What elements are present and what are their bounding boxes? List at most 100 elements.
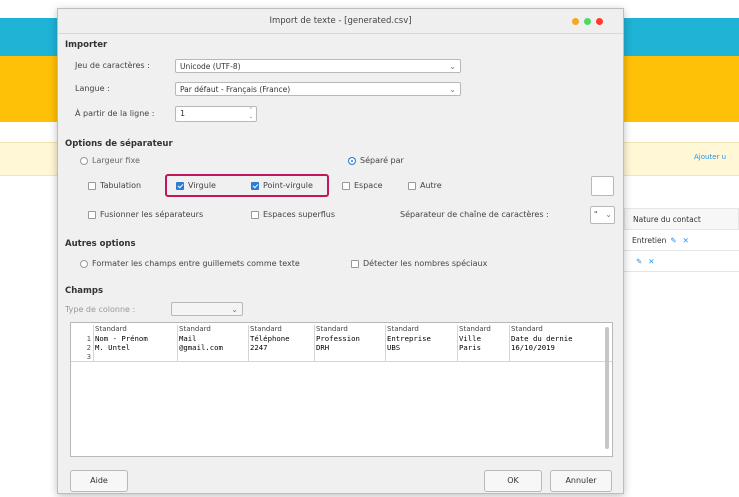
importer-heading: Importer [65, 40, 108, 50]
title-bar: Import de texte - [generated.csv] [58, 9, 623, 34]
comma-checkbox[interactable] [176, 182, 184, 190]
tab-checkbox[interactable] [88, 182, 96, 190]
cancel-button[interactable]: Annuler [550, 470, 612, 492]
string-delimiter-select[interactable]: " ⌄ [590, 206, 615, 224]
preview-cell: UBS [385, 343, 457, 352]
preview-cell: 2247 [248, 343, 314, 352]
delete-icon[interactable]: ✕ [683, 236, 689, 245]
merge-delimiters-label: Fusionner les séparateurs [100, 210, 204, 219]
other-separator-input[interactable] [591, 176, 614, 196]
ok-button[interactable]: OK [484, 470, 542, 492]
from-line-label: À partir de la ligne : [75, 109, 155, 118]
preview-cell [457, 352, 509, 361]
quoted-as-text-checkbox[interactable] [80, 260, 88, 268]
preview-row: 2 M. Untel @gmail.com 2247 DRH UBS Paris… [71, 343, 612, 352]
column-type-label: Type de colonne : [65, 305, 136, 314]
row-number: 1 [86, 334, 91, 343]
table-header: Nature du contact [624, 208, 739, 230]
space-checkbox[interactable] [342, 182, 350, 190]
from-line-value: 1 [180, 109, 186, 118]
preview-cell: Paris [457, 343, 509, 352]
preview-cell: M. Untel [93, 343, 177, 352]
chevron-down-icon: ⌄ [605, 210, 612, 219]
spin-arrows-icon[interactable]: ⌃ ⌄ [249, 107, 253, 121]
preview-cell: Profession [314, 334, 385, 343]
charset-value: Unicode (UTF-8) [180, 62, 241, 71]
column-type-select[interactable]: ⌄ [171, 302, 243, 316]
language-label: Langue : [75, 84, 110, 93]
table-cell: Entretien [632, 235, 667, 245]
preview-cell [93, 352, 177, 361]
fields-heading: Champs [65, 286, 104, 296]
separated-by-radio[interactable] [348, 157, 356, 165]
preview-grid[interactable]: Standard Standard Standard Standard Stan… [70, 322, 613, 457]
vertical-scrollbar[interactable] [605, 327, 609, 449]
edit-icon[interactable]: ✎ [670, 236, 676, 245]
space-label: Espace [354, 181, 383, 190]
row-number: 3 [86, 352, 91, 361]
row-number: 2 [86, 343, 91, 352]
table-row: Entretien ✎ ✕ [624, 230, 739, 251]
table-header-label: Nature du contact [633, 214, 701, 224]
trim-spaces-label: Espaces superflus [263, 210, 336, 219]
help-button[interactable]: Aide [70, 470, 128, 492]
quoted-as-text-label: Formater les champs entre guillemets com… [92, 259, 300, 268]
column-type-cell[interactable]: Standard [177, 325, 248, 334]
separator-options-heading: Options de séparateur [65, 139, 173, 149]
preview-row: 3 [71, 352, 612, 362]
string-delimiter-label: Séparateur de chaîne de caractères : [400, 210, 549, 219]
preview-cell [385, 352, 457, 361]
column-type-cell[interactable]: Standard [314, 325, 385, 334]
preview-cell: Entreprise [385, 334, 457, 343]
maximize-button[interactable] [584, 18, 591, 25]
add-link[interactable]: Ajouter u [694, 153, 726, 161]
charset-label: Jeu de caractères : [75, 61, 150, 70]
delete-icon[interactable]: ✕ [648, 257, 654, 266]
semicolon-checkbox[interactable] [251, 182, 259, 190]
merge-delimiters-checkbox[interactable] [88, 211, 96, 219]
detect-special-label: Détecter les nombres spéciaux [363, 259, 488, 268]
detect-special-checkbox[interactable] [351, 260, 359, 268]
preview-cell: @gmail.com [177, 343, 248, 352]
preview-cell: Date du dernie [509, 334, 607, 343]
comma-label: Virgule [188, 181, 216, 190]
edit-icon[interactable]: ✎ [636, 257, 642, 266]
other-label: Autre [420, 181, 442, 190]
chevron-down-icon: ⌄ [449, 85, 456, 94]
preview-row: 1 Nom - Prénom Mail Téléphone Profession… [71, 334, 612, 343]
table-row: ✎ ✕ [624, 251, 739, 272]
minimize-button[interactable] [572, 18, 579, 25]
chevron-down-icon: ⌄ [449, 62, 456, 71]
charset-select[interactable]: Unicode (UTF-8) ⌄ [175, 59, 461, 73]
semicolon-label: Point-virgule [263, 181, 313, 190]
chevron-down-icon: ⌄ [231, 305, 238, 314]
preview-cell: Nom - Prénom [93, 334, 177, 343]
string-delimiter-value: " [594, 210, 598, 219]
fixed-width-label: Largeur fixe [92, 156, 140, 165]
close-button[interactable] [596, 18, 603, 25]
column-type-cell[interactable]: Standard [93, 325, 177, 334]
column-type-cell[interactable]: Standard [509, 325, 607, 334]
other-checkbox[interactable] [408, 182, 416, 190]
column-type-cell[interactable]: Standard [248, 325, 314, 334]
preview-cell: 16/10/2019 [509, 343, 607, 352]
preview-cell: Mail [177, 334, 248, 343]
from-line-spinbox[interactable]: 1 ⌃ ⌄ [175, 106, 257, 122]
separated-by-label: Séparé par [360, 156, 404, 165]
preview-cell: Téléphone [248, 334, 314, 343]
preview-cell: Ville [457, 334, 509, 343]
preview-cell [509, 352, 607, 361]
dialog-title: Import de texte - [generated.csv] [269, 16, 412, 26]
language-value: Par défaut - Français (France) [180, 85, 291, 94]
fixed-width-radio[interactable] [80, 157, 88, 165]
preview-cell [314, 352, 385, 361]
trim-spaces-checkbox[interactable] [251, 211, 259, 219]
other-options-heading: Autres options [65, 239, 136, 249]
language-select[interactable]: Par défaut - Français (France) ⌄ [175, 82, 461, 96]
preview-cell [177, 352, 248, 361]
column-type-cell[interactable]: Standard [385, 325, 457, 334]
column-type-cell[interactable]: Standard [457, 325, 509, 334]
tab-label: Tabulation [100, 181, 142, 190]
preview-cell: DRH [314, 343, 385, 352]
column-type-header-row: Standard Standard Standard Standard Stan… [71, 325, 612, 334]
